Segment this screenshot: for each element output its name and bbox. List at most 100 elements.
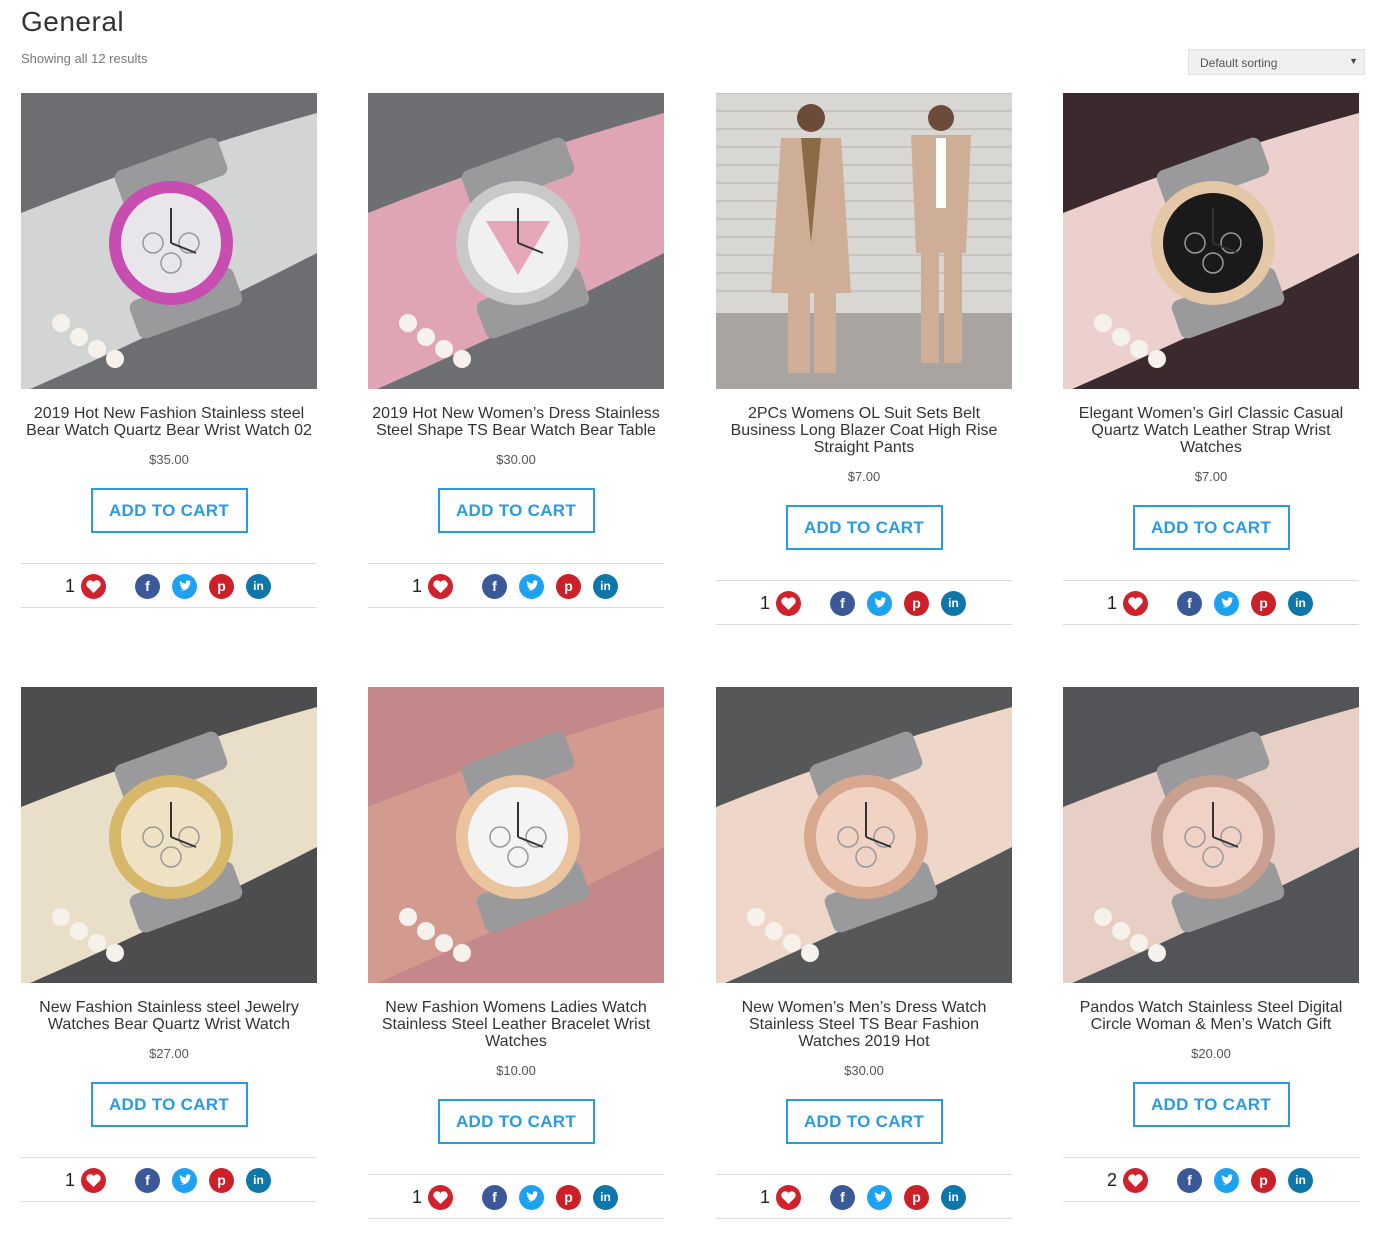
heart-icon[interactable]: [776, 591, 801, 616]
add-to-cart-button[interactable]: ADD TO CART: [1132, 505, 1290, 550]
share-row: 1 f p in: [21, 563, 317, 608]
like-count: 2: [1107, 1170, 1118, 1190]
like-count: 1: [1107, 593, 1118, 613]
product-price: $7.00: [1194, 469, 1228, 484]
add-to-cart-button[interactable]: ADD TO CART: [785, 1099, 943, 1144]
facebook-icon[interactable]: f: [830, 591, 855, 616]
product-card: 2019 Hot New Women’s Dress Stainless Ste…: [368, 93, 664, 608]
add-to-cart-button[interactable]: ADD TO CART: [90, 488, 248, 533]
product-title[interactable]: 2019 Hot New Fashion Stainless steel Bea…: [21, 405, 317, 439]
linkedin-icon[interactable]: in: [593, 1185, 618, 1210]
linkedin-icon[interactable]: in: [246, 574, 271, 599]
heart-icon[interactable]: [81, 1168, 106, 1193]
share-row: 1 f p in: [21, 1157, 317, 1202]
like-count: 1: [65, 576, 76, 596]
product-price: $7.00: [847, 469, 881, 484]
product-image[interactable]: [1063, 93, 1359, 389]
add-to-cart-button[interactable]: ADD TO CART: [90, 1082, 248, 1127]
share-row: 1 f p in: [368, 1174, 664, 1219]
product-title[interactable]: Elegant Women’s Girl Classic Casual Quar…: [1063, 405, 1359, 456]
share-row: 1 f p in: [716, 1174, 1012, 1219]
product-image[interactable]: [716, 93, 1012, 389]
facebook-icon[interactable]: f: [482, 574, 507, 599]
product-title[interactable]: New Fashion Womens Ladies Watch Stainles…: [368, 999, 664, 1050]
twitter-icon[interactable]: [1214, 591, 1239, 616]
like-count: 1: [65, 1170, 76, 1190]
product-card: Elegant Women’s Girl Classic Casual Quar…: [1063, 93, 1359, 625]
linkedin-icon[interactable]: in: [593, 574, 618, 599]
product-image[interactable]: [368, 93, 664, 389]
heart-icon[interactable]: [428, 1185, 453, 1210]
product-price: $20.00: [1191, 1046, 1231, 1061]
share-row: 1 f p in: [368, 563, 664, 608]
add-to-cart-button[interactable]: ADD TO CART: [437, 1099, 595, 1144]
product-image[interactable]: [1063, 687, 1359, 983]
product-card: Pandos Watch Stainless Steel Digital Cir…: [1063, 687, 1359, 1202]
twitter-icon[interactable]: [1214, 1168, 1239, 1193]
twitter-icon[interactable]: [867, 1185, 892, 1210]
pinterest-icon[interactable]: p: [1251, 591, 1276, 616]
facebook-icon[interactable]: f: [482, 1185, 507, 1210]
product-title[interactable]: New Fashion Stainless steel Jewelry Watc…: [21, 999, 317, 1033]
product-image[interactable]: [368, 687, 664, 983]
linkedin-icon[interactable]: in: [1288, 591, 1313, 616]
product-title[interactable]: Pandos Watch Stainless Steel Digital Cir…: [1063, 999, 1359, 1033]
twitter-icon[interactable]: [172, 574, 197, 599]
pinterest-icon[interactable]: p: [209, 574, 234, 599]
heart-icon[interactable]: [428, 574, 453, 599]
share-row: 1 f p in: [716, 580, 1012, 625]
pinterest-icon[interactable]: p: [209, 1168, 234, 1193]
product-title[interactable]: 2019 Hot New Women’s Dress Stainless Ste…: [368, 405, 664, 439]
like-count: 1: [760, 593, 771, 613]
sorting-select[interactable]: Default sorting ▼: [1188, 49, 1365, 75]
heart-icon[interactable]: [1123, 591, 1148, 616]
add-to-cart-button[interactable]: ADD TO CART: [785, 505, 943, 550]
share-row: 2 f p in: [1063, 1157, 1359, 1202]
product-card: New Fashion Stainless steel Jewelry Watc…: [21, 687, 317, 1202]
heart-icon[interactable]: [1123, 1168, 1148, 1193]
linkedin-icon[interactable]: in: [1288, 1168, 1313, 1193]
add-to-cart-button[interactable]: ADD TO CART: [437, 488, 595, 533]
facebook-icon[interactable]: f: [135, 1168, 160, 1193]
pinterest-icon[interactable]: p: [556, 1185, 581, 1210]
twitter-icon[interactable]: [519, 574, 544, 599]
product-card: New Fashion Womens Ladies Watch Stainles…: [368, 687, 664, 1219]
heart-icon[interactable]: [81, 574, 106, 599]
pinterest-icon[interactable]: p: [904, 591, 929, 616]
twitter-icon[interactable]: [172, 1168, 197, 1193]
like-count: 1: [760, 1187, 771, 1207]
pinterest-icon[interactable]: p: [904, 1185, 929, 1210]
page-title: General: [21, 6, 125, 37]
facebook-icon[interactable]: f: [1177, 591, 1202, 616]
twitter-icon[interactable]: [519, 1185, 544, 1210]
product-image[interactable]: [716, 687, 1012, 983]
linkedin-icon[interactable]: in: [246, 1168, 271, 1193]
pinterest-icon[interactable]: p: [556, 574, 581, 599]
twitter-icon[interactable]: [867, 591, 892, 616]
product-image[interactable]: [21, 687, 317, 983]
product-title[interactable]: 2PCs Womens OL Suit Sets Belt Business L…: [716, 405, 1012, 456]
result-count: Showing all 12 results: [21, 51, 148, 66]
linkedin-icon[interactable]: in: [941, 591, 966, 616]
product-price: $30.00: [844, 1063, 884, 1078]
add-to-cart-button[interactable]: ADD TO CART: [1132, 1082, 1290, 1127]
like-count: 1: [412, 576, 423, 596]
product-card: 2PCs Womens OL Suit Sets Belt Business L…: [716, 93, 1012, 625]
share-row: 1 f p in: [1063, 580, 1359, 625]
product-title[interactable]: New Women’s Men’s Dress Watch Stainless …: [716, 999, 1012, 1050]
product-price: $10.00: [496, 1063, 536, 1078]
product-price: $27.00: [149, 1046, 189, 1061]
facebook-icon[interactable]: f: [1177, 1168, 1202, 1193]
like-count: 1: [412, 1187, 423, 1207]
product-card: New Women’s Men’s Dress Watch Stainless …: [716, 687, 1012, 1219]
linkedin-icon[interactable]: in: [941, 1185, 966, 1210]
product-image[interactable]: [21, 93, 317, 389]
product-price: $30.00: [496, 452, 536, 467]
heart-icon[interactable]: [776, 1185, 801, 1210]
product-price: $35.00: [149, 452, 189, 467]
facebook-icon[interactable]: f: [135, 574, 160, 599]
chevron-down-icon: ▼: [1349, 56, 1358, 66]
pinterest-icon[interactable]: p: [1251, 1168, 1276, 1193]
product-card: 2019 Hot New Fashion Stainless steel Bea…: [21, 93, 317, 608]
facebook-icon[interactable]: f: [830, 1185, 855, 1210]
